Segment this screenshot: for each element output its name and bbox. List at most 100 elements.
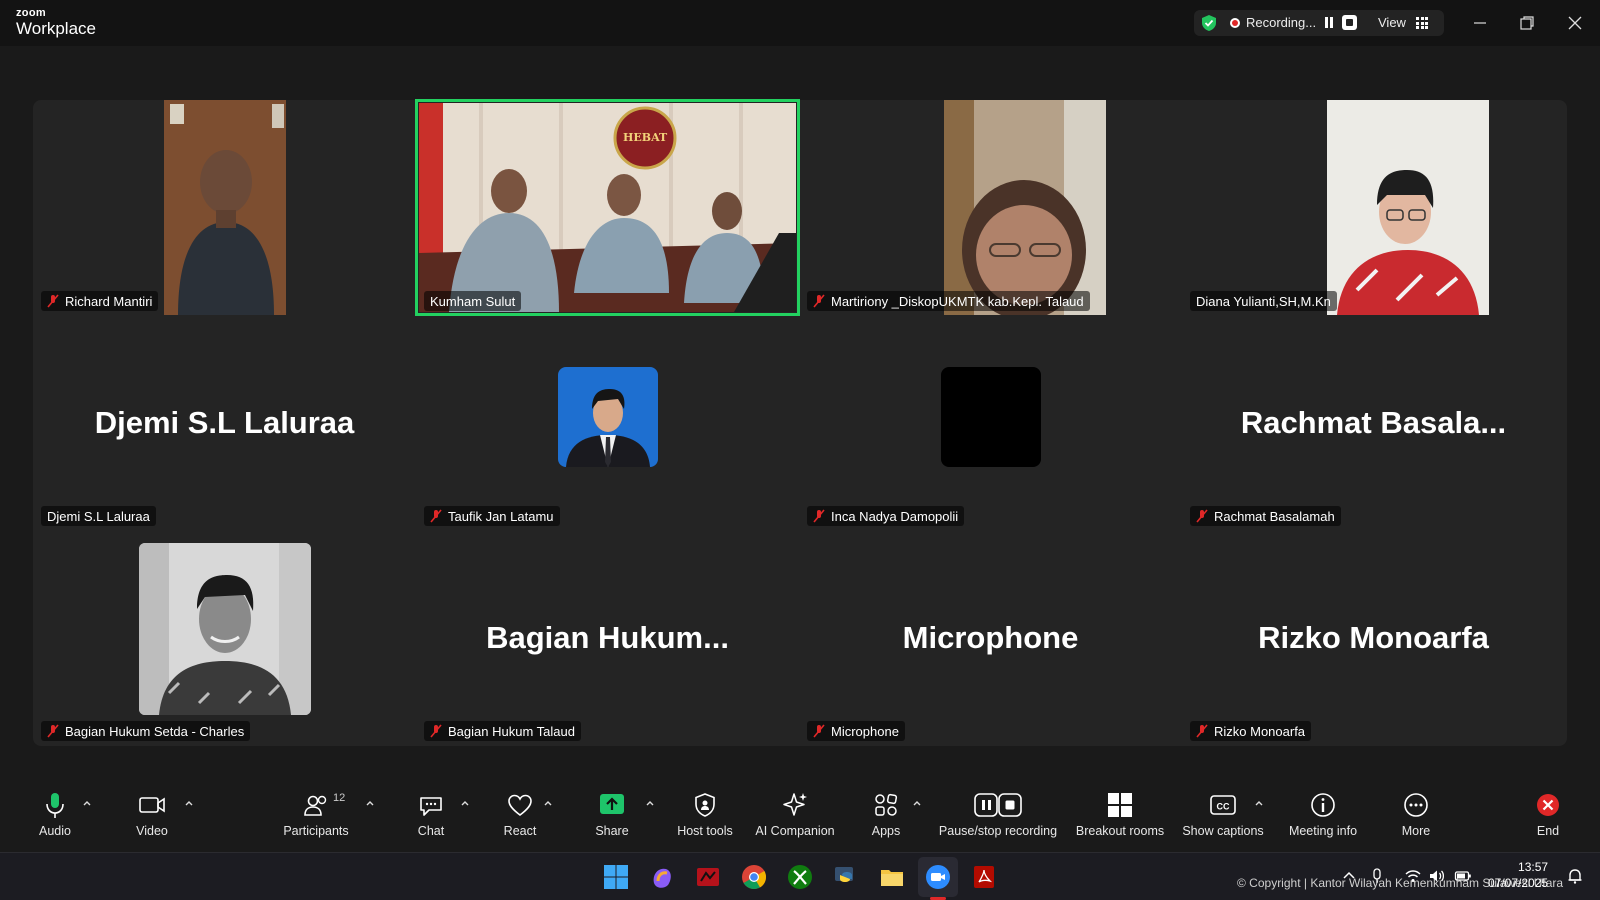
notification-bell-icon[interactable]	[1566, 867, 1584, 885]
recording-dot-icon	[1230, 18, 1240, 28]
muted-mic-icon	[430, 509, 442, 523]
participant-name-tag: Kumham Sulut	[424, 291, 522, 311]
ai-companion-button[interactable]: AI Companion	[752, 790, 838, 848]
volume-icon[interactable]	[1428, 867, 1446, 885]
participants-options-chevron-icon[interactable]	[365, 798, 375, 808]
video-tile[interactable]: Diana Yulianti,SH,M.Kn	[1182, 100, 1565, 315]
host-tools-label: Host tools	[677, 824, 733, 838]
file-explorer-icon[interactable]	[878, 863, 906, 891]
video-tile[interactable]: Djemi S.L Laluraa Djemi S.L Laluraa	[33, 315, 416, 530]
ai-companion-label: AI Companion	[755, 824, 835, 838]
chat-button[interactable]: Chat	[413, 790, 449, 848]
wifi-icon[interactable]	[1404, 867, 1422, 885]
xbox-icon[interactable]	[786, 863, 814, 891]
mic-in-use-icon[interactable]	[1368, 867, 1386, 885]
video-options-chevron-icon[interactable]	[184, 798, 194, 808]
meeting-info-button[interactable]: Meeting info	[1284, 790, 1362, 848]
clock-date: 07/07/2025	[1488, 876, 1549, 890]
python-icon[interactable]	[832, 863, 860, 891]
participant-name: Microphone	[831, 723, 899, 739]
video-button[interactable]: Video	[131, 790, 173, 848]
captions-options-chevron-icon[interactable]	[1254, 798, 1264, 808]
participant-name: Richard Mantiri	[65, 293, 153, 309]
audio-button[interactable]: Audio	[34, 790, 76, 848]
participant-display-name: Rachmat Basala...	[1240, 404, 1507, 440]
participant-name: Martiriony _DiskopUKMTK kab.Kepl. Talaud	[831, 293, 1084, 309]
info-icon	[1311, 793, 1335, 817]
apps-label: Apps	[871, 824, 901, 838]
video-tile[interactable]: Rizko Monoarfa Rizko Monoarfa	[1182, 530, 1565, 745]
breakout-rooms-button[interactable]: Breakout rooms	[1072, 790, 1168, 848]
pause-recording-icon[interactable]	[1322, 16, 1336, 30]
share-options-chevron-icon[interactable]	[645, 798, 655, 808]
video-tile[interactable]: Taufik Jan Latamu	[416, 315, 799, 530]
participant-name: Inca Nadya Damopolii	[831, 508, 959, 524]
zoom-icon[interactable]	[924, 863, 952, 891]
muted-mic-icon	[430, 724, 442, 738]
share-button[interactable]: Share	[592, 790, 632, 848]
chat-options-chevron-icon[interactable]	[460, 798, 470, 808]
windows-start-icon[interactable]	[602, 863, 630, 891]
video-tile[interactable]: Rachmat Basala... Rachmat Basalamah	[1182, 315, 1565, 530]
meeting-toolbar: Audio Video Participants 12 Chat React S…	[0, 790, 1600, 848]
breakout-rooms-icon	[1108, 793, 1132, 817]
participant-name: Rizko Monoarfa	[1214, 723, 1306, 739]
video-label: Video	[136, 824, 168, 838]
participant-name: Bagian Hukum Talaud	[448, 723, 575, 739]
participant-avatar	[558, 367, 658, 467]
participant-name: Kumham Sulut	[430, 293, 516, 309]
end-meeting-button[interactable]: End	[1532, 790, 1564, 848]
pause-stop-label: Pause/stop recording	[938, 824, 1058, 838]
brand-big: Workplace	[16, 19, 96, 38]
react-options-chevron-icon[interactable]	[543, 798, 553, 808]
apps-options-chevron-icon[interactable]	[912, 798, 922, 808]
react-label: React	[503, 824, 537, 838]
host-tools-button[interactable]: Host tools	[676, 790, 734, 848]
video-tile[interactable]: Bagian Hukum... Bagian Hukum Talaud	[416, 530, 799, 745]
participant-display-name: Djemi S.L Laluraa	[94, 404, 355, 440]
participant-avatar	[139, 543, 311, 715]
video-tile[interactable]: Martiriony _DiskopUKMTK kab.Kepl. Talaud	[799, 100, 1182, 315]
participant-display-name: Microphone	[902, 619, 1079, 655]
svg-text:CC: CC	[1217, 802, 1230, 812]
participant-name-tag: Rizko Monoarfa	[1190, 721, 1312, 741]
video-tile[interactable]: Richard Mantiri	[33, 100, 416, 315]
participant-name-tag: Microphone	[807, 721, 905, 741]
chat-bubble-icon	[420, 797, 442, 816]
participant-name-tag: Taufik Jan Latamu	[424, 506, 560, 526]
video-tile-active-speaker[interactable]: HEBAT Kumham Sulut	[415, 99, 800, 316]
grid-view-icon[interactable]	[1416, 17, 1428, 29]
minimize-icon[interactable]	[1469, 12, 1491, 34]
video-tile[interactable]: Inca Nadya Damopolii	[799, 315, 1182, 530]
participant-name: Diana Yulianti,SH,M.Kn	[1196, 293, 1331, 309]
audio-options-chevron-icon[interactable]	[82, 798, 92, 808]
show-hidden-icons-chevron-icon[interactable]	[1340, 867, 1358, 885]
chat-label: Chat	[417, 824, 445, 838]
battery-icon[interactable]	[1454, 867, 1472, 885]
system-clock[interactable]: 13:57 07/07/2025	[1488, 859, 1548, 891]
react-button[interactable]: React	[500, 790, 540, 848]
restore-icon[interactable]	[1516, 12, 1538, 34]
shield-icon	[695, 793, 715, 817]
participant-video	[164, 100, 286, 315]
copilot-icon[interactable]	[648, 863, 676, 891]
video-tile[interactable]: Microphone Microphone	[799, 530, 1182, 745]
end-call-icon	[1537, 794, 1559, 816]
chrome-icon[interactable]	[740, 863, 768, 891]
encryption-shield-icon[interactable]	[1200, 14, 1218, 32]
pause-stop-recording-button[interactable]: Pause/stop recording	[936, 790, 1060, 848]
participant-video: HEBAT	[419, 103, 796, 312]
pdf-reader-icon[interactable]	[970, 863, 998, 891]
participant-display-name: Bagian Hukum...	[486, 619, 729, 655]
view-button[interactable]: View	[1378, 15, 1406, 30]
app-red-icon[interactable]	[694, 863, 722, 891]
participant-name: Taufik Jan Latamu	[448, 508, 554, 524]
apps-button[interactable]: Apps	[866, 790, 906, 848]
more-button[interactable]: More	[1396, 790, 1436, 848]
apps-grid-icon	[875, 793, 898, 816]
stop-recording-icon[interactable]	[1342, 15, 1357, 30]
participant-name-tag: Richard Mantiri	[41, 291, 159, 311]
close-icon[interactable]	[1564, 12, 1586, 34]
video-tile[interactable]: Bagian Hukum Setda - Charles	[33, 530, 416, 745]
muted-mic-icon	[813, 294, 825, 308]
